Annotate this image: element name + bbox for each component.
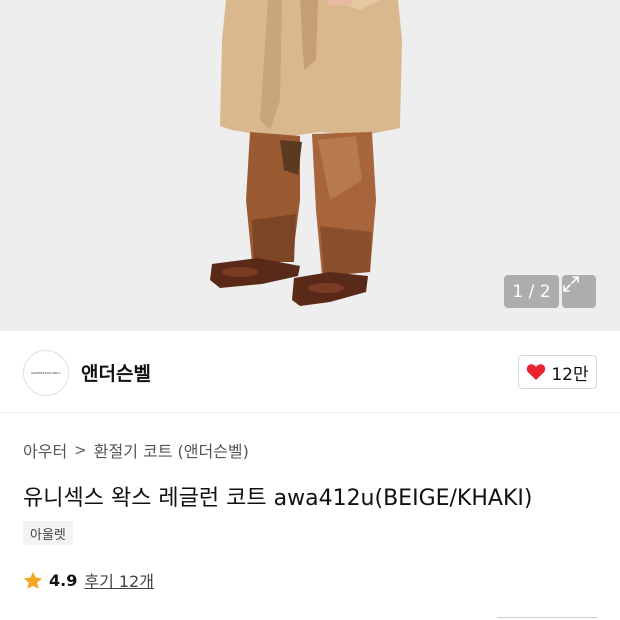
product-rating: 4.9 후기 12개 — [23, 568, 154, 592]
product-title: 유니섹스 왁스 레글런 코트 awa412u(BEIGE/KHAKI) — [23, 486, 533, 511]
image-counter: 1 / 2 — [504, 275, 559, 308]
expand-icon — [563, 276, 579, 292]
wishlist-button[interactable]: 12만 — [518, 355, 597, 389]
rating-score: 4.9 — [49, 570, 78, 590]
divider — [497, 617, 597, 618]
breadcrumb-item-subcategory[interactable]: 환절기 코트 (앤더슨벨) — [94, 438, 249, 462]
breadcrumb-item-category[interactable]: 아우터 — [23, 438, 67, 462]
chevron-right-icon: > — [74, 441, 87, 459]
brand-logo[interactable]: ANDERSSON BELL — [23, 350, 69, 396]
breadcrumb: 아우터 > 환절기 코트 (앤더슨벨) — [23, 438, 249, 462]
reviews-link[interactable]: 후기 12개 — [84, 568, 154, 592]
brand-name[interactable]: 앤더슨벨 — [81, 359, 151, 386]
expand-image-button[interactable] — [562, 275, 596, 308]
brand-logo-text: ANDERSSON BELL — [30, 371, 62, 375]
outlet-badge: 아울렛 — [23, 521, 73, 545]
star-icon — [24, 571, 42, 589]
product-image-gallery[interactable]: 1 / 2 — [0, 0, 620, 331]
heart-icon — [527, 364, 546, 380]
wishlist-count: 12만 — [551, 364, 589, 385]
